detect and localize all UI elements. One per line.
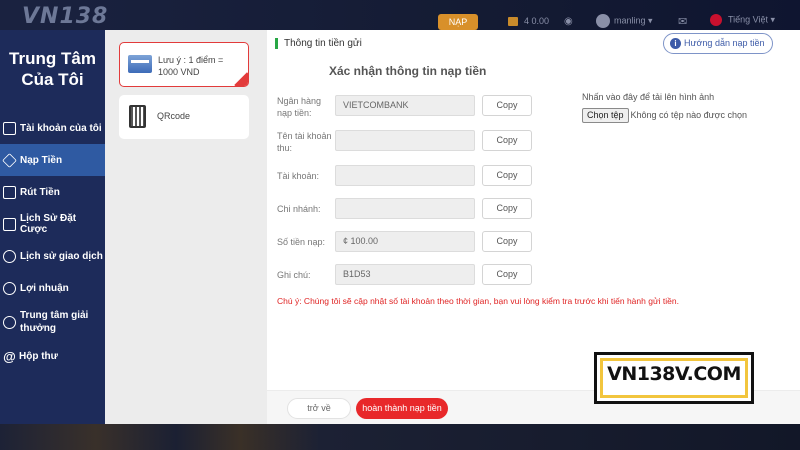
profit-icon [3, 281, 16, 295]
watermark-logo: VN138V.COM [594, 352, 754, 404]
copy-account-button[interactable]: Copy [482, 165, 532, 186]
sidebar-item-withdraw[interactable]: Rút Tiền [0, 176, 105, 208]
qrcode-icon [129, 105, 146, 128]
guide-label: Hướng dẫn nạp tiền [684, 38, 765, 48]
transaction-history-icon [3, 249, 16, 263]
sidebar-item-label: Lịch Sử Đặt Cược [20, 213, 77, 235]
copy-branch-button[interactable]: Copy [482, 198, 532, 219]
sidebar-item-transaction-history[interactable]: Lịch sử giao dịch [0, 240, 105, 272]
username: manling [614, 15, 646, 26]
qrcode-label: QRcode [157, 111, 191, 121]
memo-field[interactable]: B1D53 [335, 264, 475, 285]
account-icon [3, 121, 16, 135]
qrcode-method[interactable]: QRcode [119, 95, 249, 139]
sidebar-item-bet-history[interactable]: Lịch Sử Đặt Cược [0, 208, 105, 240]
file-upload: Chọn tệp Không có tệp nào được chọn [582, 108, 747, 123]
sidebar-item-label: Nạp Tiền [20, 154, 63, 166]
account-name-field[interactable] [335, 130, 475, 151]
account-label: Tài khoản: [277, 171, 320, 181]
file-status: Không có tệp nào được chọn [630, 110, 748, 120]
user-menu[interactable]: manling ▾ [596, 14, 653, 28]
wallet-icon [508, 17, 518, 27]
watermark-text: VN138V.COM [607, 363, 741, 385]
account-row: Tài khoản: Copy [277, 165, 537, 187]
panel-header: Thông tin tiền gửi [275, 38, 362, 49]
sidebar-item-label: Hộp thư [19, 350, 58, 362]
background-banner [0, 424, 800, 450]
copy-account-name-button[interactable]: Copy [482, 130, 532, 151]
sidebar-title: Trung Tâm Của Tôi [9, 49, 96, 89]
sidebar-item-mailbox[interactable]: @ Hộp thư [0, 340, 105, 372]
mail-at-icon: @ [3, 348, 16, 364]
bank-row: Ngân hàng nạp tiền: VIETCOMBANK Copy [277, 95, 537, 118]
vietnam-flag-icon [710, 14, 722, 26]
sidebar-item-profit[interactable]: Lợi nhuận [0, 272, 105, 304]
amount-field[interactable]: ¢ 100.00 [335, 231, 475, 252]
complete-deposit-button[interactable]: hoàn thành nạp tiền [356, 398, 448, 419]
copy-bank-button[interactable]: Copy [482, 95, 532, 116]
bank-field[interactable]: VIETCOMBANK [335, 95, 475, 116]
warning-note: Chú ý: Chúng tôi sẽ cập nhật số tài khoả… [277, 296, 679, 306]
sidebar-item-deposit[interactable]: Nạp Tiền [0, 144, 105, 176]
sidebar-item-account[interactable]: Tài khoản của tôi [0, 112, 105, 144]
mail-icon[interactable]: ✉ [678, 15, 687, 28]
language-label: Tiếng Việt [728, 14, 769, 25]
avatar [596, 14, 610, 28]
deposit-icon [2, 152, 17, 168]
language-selector[interactable]: Tiếng Việt ▾ [710, 14, 775, 26]
eye-icon[interactable]: ◉ [564, 16, 573, 27]
memo-row: Ghi chú: B1D53 Copy [277, 264, 537, 286]
upload-hint: Nhấn vào đây để tải lên hình ảnh [582, 92, 715, 102]
reward-icon [3, 315, 16, 329]
info-icon: i [670, 38, 681, 49]
panel-header-title: Thông tin tiền gửi [284, 38, 362, 50]
wallet-balance: 4 0.00 [508, 16, 550, 27]
bank-method-note: Lưu ý : 1 điểm = 1000 VND [158, 55, 224, 77]
chevron-down-icon: ▾ [770, 14, 776, 25]
sidebar-item-label: Rút Tiền [20, 186, 60, 198]
sidebar-item-label: Lịch sử giao dịch [20, 250, 103, 262]
bank-transfer-method[interactable]: Lưu ý : 1 điểm = 1000 VND [119, 42, 249, 87]
sidebar-item-reward-center[interactable]: Trung tâm giải thưởng [0, 304, 105, 340]
bet-history-icon [3, 217, 16, 231]
memo-label: Ghi chú: [277, 270, 311, 280]
site-logo[interactable]: VN138 [22, 4, 108, 29]
branch-label: Chi nhánh: [277, 204, 321, 214]
choose-file-button[interactable]: Chọn tệp [582, 108, 629, 123]
copy-memo-button[interactable]: Copy [482, 264, 532, 285]
top-bar: VN138 NẠP TIỀN 4 0.00 ◉ manling ▾ ✉ Tiến… [0, 0, 800, 43]
copy-amount-button[interactable]: Copy [482, 231, 532, 252]
account-name-label: Tên tài khoản thu: [277, 131, 332, 153]
bank-label: Ngân hàng nạp tiền: [277, 96, 322, 118]
sidebar: Trung Tâm Của Tôi Tài khoản của tôi Nạp … [0, 30, 105, 424]
sidebar-item-label: Tài khoản của tôi [20, 122, 102, 134]
balance-value: 4 0.00 [524, 16, 550, 26]
amount-row: Số tiền nạp: ¢ 100.00 Copy [277, 231, 537, 253]
account-field[interactable] [335, 165, 475, 186]
branch-field[interactable] [335, 198, 475, 219]
deposit-header-button[interactable]: NẠP TIỀN [438, 14, 478, 43]
amount-label: Số tiền nạp: [277, 237, 326, 247]
withdraw-icon [3, 185, 16, 199]
header-accent-bar [275, 38, 278, 49]
chevron-down-icon: ▾ [648, 15, 653, 26]
bank-card-icon [128, 55, 152, 73]
branch-row: Chi nhánh: Copy [277, 198, 537, 220]
account-name-row: Tên tài khoản thu: Copy [277, 130, 537, 153]
payment-method-panel: Lưu ý : 1 điểm = 1000 VND QRcode [105, 30, 267, 424]
sidebar-item-label: Trung tâm giải thưởng [20, 310, 89, 334]
sidebar-item-label: Lợi nhuận [20, 282, 69, 294]
deposit-guide-button[interactable]: i Hướng dẫn nạp tiền [663, 33, 773, 54]
form-title: Xác nhận thông tin nạp tiền [329, 64, 487, 78]
back-button[interactable]: trở về [287, 398, 351, 419]
